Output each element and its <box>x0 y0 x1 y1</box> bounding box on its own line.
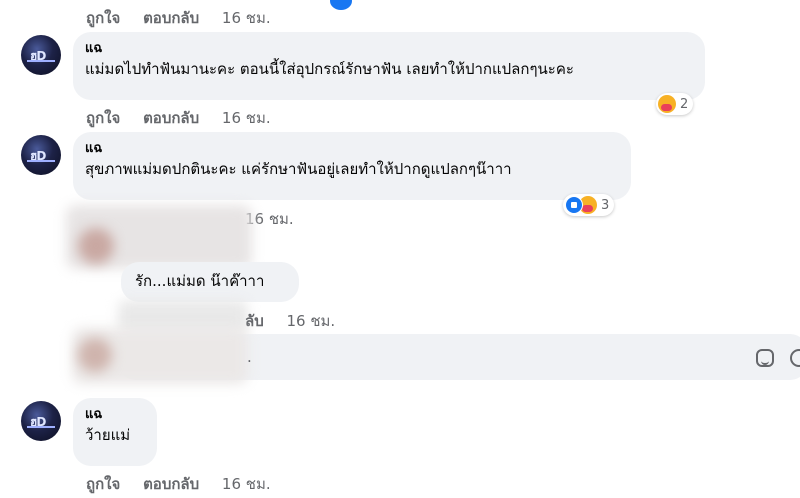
redacted-avatar <box>78 228 114 264</box>
like-emoji-icon <box>565 196 583 214</box>
avatar-logo-icon: ฮD <box>30 49 46 63</box>
like-link[interactable]: ถูกใจ <box>86 9 120 27</box>
comment-time[interactable]: 16 ชม. <box>222 9 271 27</box>
avatar[interactable]: ฮD <box>21 401 61 441</box>
reply-text: รัก...แม่มด น๊าค๊าาา <box>135 272 265 290</box>
avatar-logo-icon: ฮD <box>30 149 46 163</box>
avatar[interactable]: ฮD <box>21 135 61 175</box>
comment-actions: 16 ชม. <box>245 207 294 231</box>
comment-bubble: แฉ แม่มดไปทำฟันมานะคะ ตอนนี้ใส่อุปกรณ์รั… <box>73 32 705 100</box>
avatar[interactable]: ฮD <box>21 35 61 75</box>
comment-actions: ถูกใจ ตอบกลับ 16 ชม. <box>86 472 271 496</box>
reaction-summary[interactable]: 2 <box>656 93 694 115</box>
like-link[interactable]: ถูกใจ <box>86 475 120 493</box>
reply-input-placeholder: . <box>247 348 252 366</box>
reply-link[interactable]: ตอบกลับ <box>143 9 199 27</box>
comment-actions-top: ถูกใจ ตอบกลับ 16 ชม. <box>86 6 271 30</box>
sticker-icon[interactable] <box>756 349 774 367</box>
comment-actions: ถูกใจ ตอบกลับ 16 ชม. <box>86 106 271 130</box>
reaction-count: 3 <box>601 197 610 213</box>
reply-link[interactable]: ตอบกลับ <box>143 109 199 127</box>
comment-author[interactable]: แฉ <box>85 40 693 58</box>
like-link[interactable]: ถูกใจ <box>86 109 120 127</box>
reply-time[interactable]: 16 ชม. <box>287 312 336 330</box>
care-emoji-icon <box>658 95 676 113</box>
comment-text: สุขภาพแม่มดปกตินะคะ แค่รักษาฟันอยู่เลยทำ… <box>85 160 512 178</box>
reaction-summary[interactable]: 3 <box>563 194 615 216</box>
reply-bubble: รัก...แม่มด น๊าค๊าาา <box>121 262 299 302</box>
reply-link[interactable]: ตอบกลับ <box>143 475 199 493</box>
comment-bubble: แฉ ว้ายแม่ <box>73 398 157 466</box>
reply-actions: ลับ 16 ชม. <box>245 309 335 333</box>
avatar-logo-icon: ฮD <box>30 415 46 429</box>
comment-text: ว้ายแม่ <box>85 426 131 444</box>
comment-bubble: แฉ สุขภาพแม่มดปกตินะคะ แค่รักษาฟันอยู่เล… <box>73 132 631 200</box>
reaction-count: 2 <box>680 96 689 112</box>
comment-text: แม่มดไปทำฟันมานะคะ ตอนนี้ใส่อุปกรณ์รักษา… <box>85 60 574 78</box>
comment-author[interactable]: แฉ <box>85 406 145 424</box>
reply-link[interactable]: ลับ <box>245 312 264 330</box>
comment-author[interactable]: แฉ <box>85 140 619 158</box>
comment-time[interactable]: 16 ชม. <box>245 210 294 228</box>
comment-time[interactable]: 16 ชม. <box>222 475 271 493</box>
like-reaction-icon <box>330 0 352 10</box>
comment-time[interactable]: 16 ชม. <box>222 109 271 127</box>
redacted-avatar <box>78 338 112 372</box>
